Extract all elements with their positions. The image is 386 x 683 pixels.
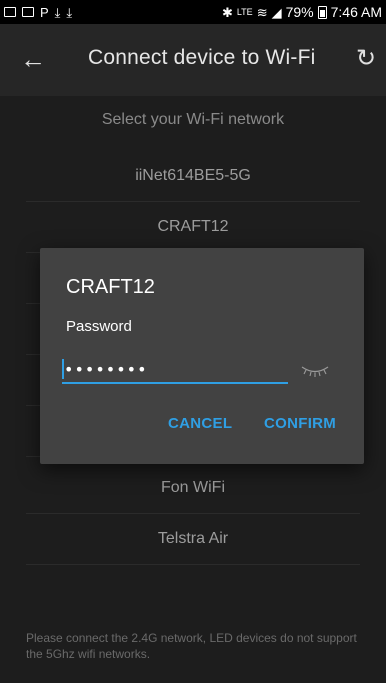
- confirm-button[interactable]: CONFIRM: [264, 408, 336, 438]
- dialog-title: CRAFT12: [66, 276, 155, 298]
- eye-closed-icon[interactable]: [300, 362, 330, 378]
- password-dialog: CRAFT12 Password CANCEL CONFIRM: [40, 248, 364, 464]
- password-input[interactable]: [62, 356, 288, 384]
- text-cursor: [62, 359, 64, 379]
- password-label: Password: [66, 318, 132, 335]
- cancel-button[interactable]: CANCEL: [168, 408, 232, 438]
